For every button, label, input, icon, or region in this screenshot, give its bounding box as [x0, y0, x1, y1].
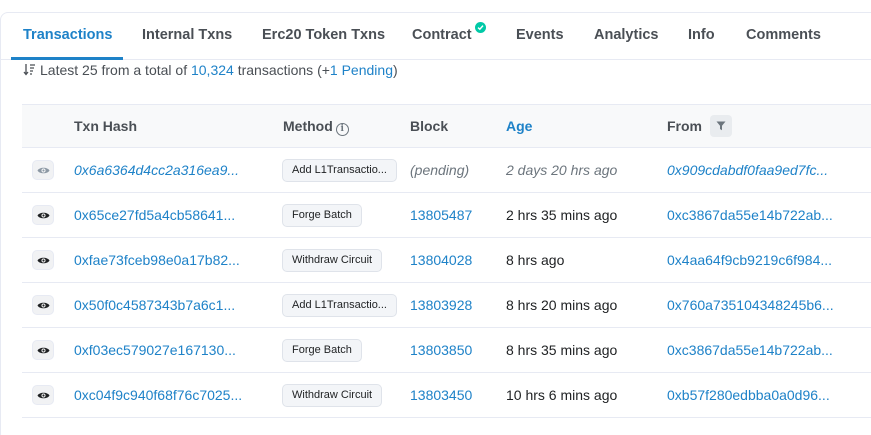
age-text: 10 hrs 6 mins ago	[506, 387, 618, 403]
eye-icon	[37, 392, 50, 399]
method-badge: Forge Batch	[282, 339, 362, 362]
transactions-summary: Latest 25 from a total of 10,324 transac…	[23, 62, 398, 78]
age-text: 8 hrs 35 mins ago	[506, 342, 618, 358]
txn-hash-link[interactable]: 0x6a6364d4cc2a316ea9...	[74, 148, 239, 192]
preview-button[interactable]	[32, 385, 54, 405]
method-badge: Withdraw Circuit	[282, 384, 383, 407]
header-method-label: Method	[283, 118, 333, 134]
total-transactions-link[interactable]: 10,324	[191, 62, 234, 78]
txn-hash-link[interactable]: 0xfae73fceb98e0a17b82...	[74, 238, 240, 282]
tab-info[interactable]: Info	[688, 13, 715, 60]
preview-button[interactable]	[32, 295, 54, 315]
filter-icon	[716, 121, 726, 131]
block-pending-text: (pending)	[410, 162, 470, 178]
table-row: 0xf03ec579027e167130... Forge Batch 1380…	[22, 328, 871, 373]
block-link[interactable]: 13803850	[410, 328, 472, 372]
tab-contract-label: Contract	[412, 27, 472, 43]
tab-erc20-token-txns[interactable]: Erc20 Token Txns	[262, 13, 385, 60]
preview-button[interactable]	[32, 205, 54, 225]
check-circle-icon	[474, 22, 486, 33]
eye-icon	[37, 167, 50, 174]
from-address-link[interactable]: 0xc3867da55e14b722ab...	[667, 193, 833, 237]
block-link[interactable]: 13803450	[410, 373, 472, 417]
method-badge: Add L1Transactio...	[282, 159, 397, 182]
header-block: Block	[410, 118, 449, 134]
block-link[interactable]: 13805487	[410, 193, 472, 237]
header-txn-hash: Txn Hash	[74, 118, 138, 134]
tab-transactions[interactable]: Transactions	[23, 13, 112, 60]
tab-contract[interactable]: Contract	[412, 13, 486, 60]
from-address-link[interactable]: 0x909cdabdf0faa9ed7fc...	[667, 148, 828, 192]
info-icon[interactable]: i	[335, 123, 349, 136]
active-tab-indicator	[11, 57, 123, 60]
table-header: Txn Hash Method i Block Age From	[22, 104, 871, 148]
tab-bar: Transactions Internal Txns Erc20 Token T…	[1, 13, 871, 60]
eye-icon	[37, 212, 50, 219]
table-row: 0x6a6364d4cc2a316ea9... Add L1Transactio…	[22, 148, 871, 193]
header-method: Method i	[283, 105, 349, 148]
header-from-label: From	[667, 118, 702, 134]
eye-icon	[37, 257, 50, 264]
tab-internal-txns[interactable]: Internal Txns	[142, 13, 232, 60]
method-badge: Add L1Transactio...	[282, 294, 397, 317]
table-row: 0xc04f9c940f68f76c7025... Withdraw Circu…	[22, 373, 871, 418]
txn-hash-link[interactable]: 0xc04f9c940f68f76c7025...	[74, 373, 242, 417]
txn-hash-link[interactable]: 0x50f0c4587343b7a6c1...	[74, 283, 235, 327]
filter-button[interactable]	[710, 115, 732, 138]
table-row: 0x50f0c4587343b7a6c1... Add L1Transactio…	[22, 283, 871, 328]
preview-button[interactable]	[32, 250, 54, 270]
txn-hash-link[interactable]: 0xf03ec579027e167130...	[74, 328, 236, 372]
pending-transactions-link[interactable]: 1 Pending	[330, 62, 393, 78]
tab-analytics[interactable]: Analytics	[594, 13, 658, 60]
eye-icon	[37, 302, 50, 309]
method-badge: Withdraw Circuit	[282, 249, 383, 272]
eye-icon	[37, 347, 50, 354]
sort-desc-icon	[23, 64, 35, 76]
block-link[interactable]: 13803928	[410, 283, 472, 327]
age-text: 2 hrs 35 mins ago	[506, 207, 618, 223]
block-link[interactable]: 13804028	[410, 238, 472, 282]
tab-events[interactable]: Events	[516, 13, 564, 60]
transactions-table: Txn Hash Method i Block Age From 0x6a6364…	[22, 104, 871, 418]
from-address-link[interactable]: 0xc3867da55e14b722ab...	[667, 328, 833, 372]
preview-button[interactable]	[32, 340, 54, 360]
header-age[interactable]: Age	[506, 105, 532, 148]
summary-prefix: Latest 25 from a total of	[40, 62, 191, 78]
from-address-link[interactable]: 0x4aa64f9cb9219c6f984...	[667, 238, 832, 282]
method-badge: Forge Batch	[282, 204, 362, 227]
age-text: 2 days 20 hrs ago	[506, 162, 618, 178]
summary-middle: transactions (+	[233, 62, 330, 78]
summary-suffix: )	[392, 62, 398, 78]
table-row: 0xfae73fceb98e0a17b82... Withdraw Circui…	[22, 238, 871, 283]
txn-hash-link[interactable]: 0x65ce27fd5a4cb58641...	[74, 193, 235, 237]
tab-comments[interactable]: Comments	[746, 13, 821, 60]
preview-button[interactable]	[32, 160, 54, 180]
table-row: 0x65ce27fd5a4cb58641... Forge Batch 1380…	[22, 193, 871, 238]
header-from: From	[667, 105, 732, 148]
from-address-link[interactable]: 0xb57f280edbba0a0d96...	[667, 373, 830, 417]
age-text: 8 hrs 20 mins ago	[506, 297, 618, 313]
from-address-link[interactable]: 0x760a735104348245b6...	[667, 283, 834, 327]
age-text: 8 hrs ago	[506, 252, 565, 268]
